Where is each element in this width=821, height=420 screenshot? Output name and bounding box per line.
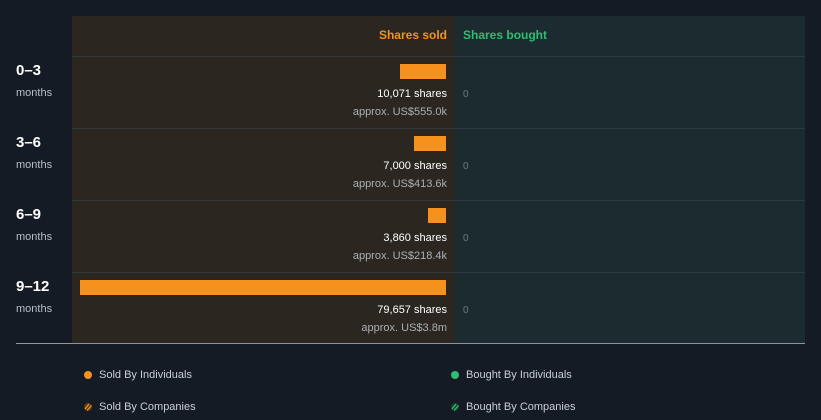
sold-bar[interactable]	[414, 136, 446, 151]
shares-sold-label: 7,000 shares	[383, 160, 447, 172]
row-separator	[72, 56, 805, 57]
shares-sold-label: 79,657 shares	[377, 304, 447, 316]
sold-value-label: approx. US$555.0k	[352, 106, 447, 118]
legend-label: Sold By Individuals	[99, 369, 192, 381]
shares-bought-column	[455, 16, 805, 343]
sold-value-label: approx. US$3.8m	[361, 322, 447, 334]
shares-bought-header: Shares bought	[463, 28, 548, 42]
orange-dot-icon	[84, 371, 92, 379]
axis-baseline	[16, 343, 805, 344]
sold-value-label: approx. US$413.6k	[352, 178, 447, 190]
bought-value-label: 0	[463, 305, 469, 316]
orange-hatched-icon	[84, 403, 92, 411]
period-unit: months	[16, 87, 53, 99]
legend-bought-companies[interactable]: Bought By Companies	[451, 401, 575, 413]
legend-label: Bought By Individuals	[466, 369, 572, 381]
shares-sold-label: 3,860 shares	[383, 232, 447, 244]
bought-value-label: 0	[463, 89, 469, 100]
sold-bar[interactable]	[428, 208, 446, 223]
green-hatched-icon	[451, 403, 459, 411]
sold-bar[interactable]	[400, 64, 446, 79]
shares-sold-header: Shares sold	[378, 28, 447, 42]
period-unit: months	[16, 303, 53, 315]
period-label: 0–3	[16, 62, 42, 79]
legend-label: Bought By Companies	[466, 401, 576, 413]
bought-value-label: 0	[463, 233, 469, 244]
period-unit: months	[16, 159, 53, 171]
period-label: 3–6	[16, 134, 42, 151]
shares-sold-label: 10,071 shares	[377, 88, 447, 100]
period-label: 6–9	[16, 206, 42, 223]
row-separator	[72, 128, 805, 129]
row-separator	[72, 200, 805, 201]
legend-bought-individuals[interactable]: Bought By Individuals	[451, 369, 572, 381]
bought-value-label: 0	[463, 161, 469, 172]
period-label: 9–12	[16, 278, 50, 295]
legend-label: Sold By Companies	[99, 401, 196, 413]
sold-bar[interactable]	[80, 280, 446, 295]
period-unit: months	[16, 231, 53, 243]
green-dot-icon	[451, 371, 459, 379]
row-separator	[72, 272, 805, 273]
legend-sold-individuals[interactable]: Sold By Individuals	[84, 369, 192, 381]
legend-sold-companies[interactable]: Sold By Companies	[84, 401, 196, 413]
sold-value-label: approx. US$218.4k	[352, 250, 447, 262]
